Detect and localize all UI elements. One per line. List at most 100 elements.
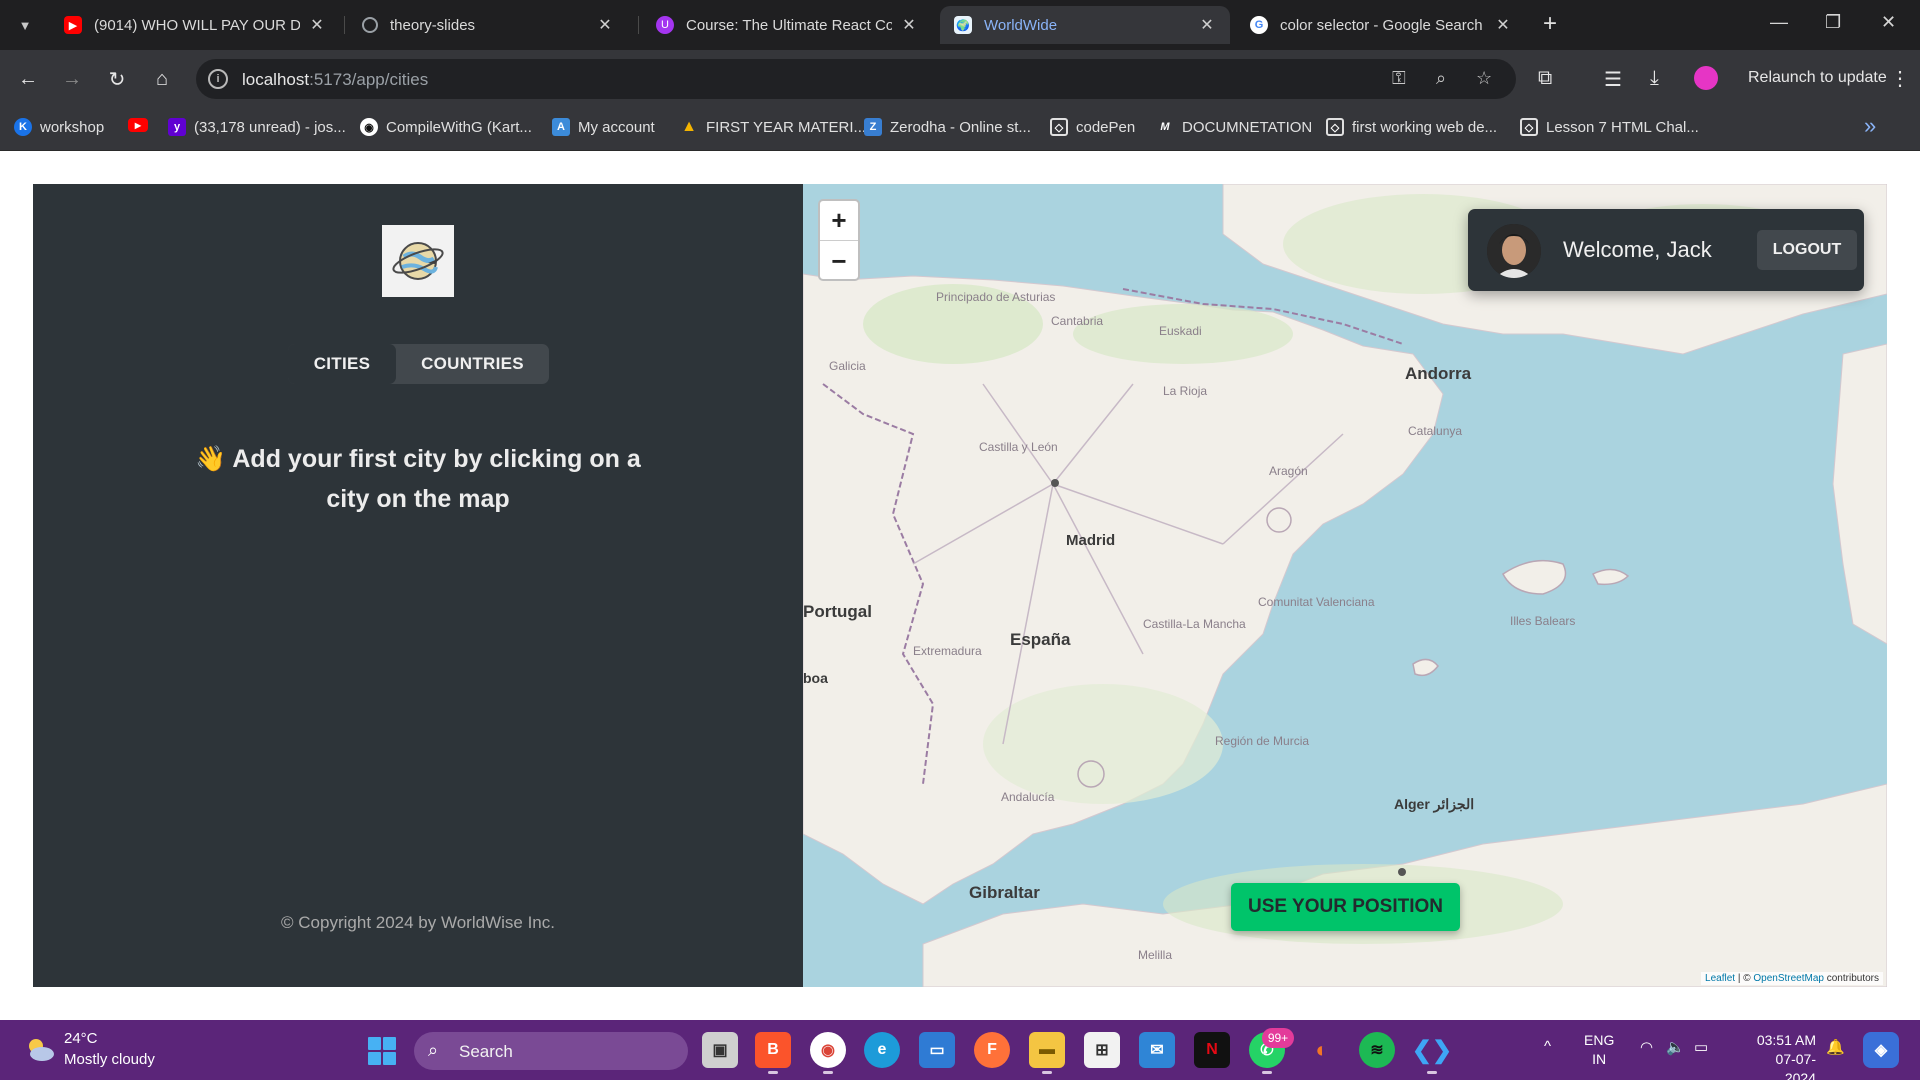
tab-cities[interactable]: CITIES — [288, 344, 396, 384]
netflix-icon[interactable]: N — [1194, 1032, 1230, 1068]
attribution-suffix: contributors — [1823, 973, 1879, 984]
bookmark-lesson-7[interactable]: ◇ Lesson 7 HTML Chal... — [1520, 118, 1699, 136]
copilot-icon[interactable]: ◈ — [1863, 1032, 1899, 1068]
worldwise-logo[interactable] — [382, 225, 454, 297]
volume-icon[interactable]: 🔈 — [1666, 1038, 1685, 1056]
back-arrow-icon[interactable]: ← — [14, 65, 42, 93]
site-info-icon[interactable]: i — [208, 69, 228, 89]
logout-button[interactable]: LOGOUT — [1757, 230, 1857, 270]
battery-icon[interactable]: ▭ — [1694, 1038, 1708, 1056]
ibiza-island — [1412, 658, 1439, 677]
bookmarks-bar: K workshop ▶ y (33,178 unread) - jos... … — [0, 108, 1920, 151]
map-label-lisboa: boa — [803, 670, 828, 686]
bookmark-first-year[interactable]: ▲ FIRST YEAR MATERI... — [680, 118, 866, 136]
map-label-cantabria: Cantabria — [1051, 314, 1104, 328]
chrome-icon[interactable]: ◉ — [810, 1032, 846, 1074]
map-label-gibraltar: Gibraltar — [969, 883, 1040, 902]
cloudy-weather-icon[interactable] — [24, 1034, 56, 1066]
close-icon[interactable]: ✕ — [900, 15, 918, 35]
jupyter-icon[interactable]: ◐ — [1304, 1032, 1340, 1068]
tab-countries[interactable]: COUNTRIES — [396, 344, 549, 384]
leaflet-link[interactable]: Leaflet — [1705, 973, 1735, 984]
more-menu-icon[interactable]: ⋮ — [1890, 66, 1910, 91]
bookmark-yahoo-mail[interactable]: y (33,178 unread) - jos... — [168, 118, 346, 136]
vscode-icon[interactable]: ❮❯ — [1412, 1032, 1452, 1074]
openstreetmap-link[interactable]: OpenStreetMap — [1753, 973, 1824, 984]
url-text[interactable]: localhost:5173/app/cities — [242, 70, 428, 90]
map[interactable]: + − Principado de Asturias Cantabria Eus… — [803, 184, 1887, 987]
download-icon[interactable]: ⤓ — [1650, 67, 1659, 90]
zoom-out-button[interactable]: − — [820, 241, 858, 281]
edge-icon[interactable]: e — [864, 1032, 900, 1068]
restore-icon[interactable]: ❐ — [1825, 12, 1841, 33]
browser-tab-theory-slides[interactable]: theory-slides ✕ — [348, 6, 628, 44]
bookmark-first-working-web[interactable]: ◇ first working web de... — [1326, 118, 1497, 136]
zerodha-icon: Z — [864, 118, 882, 136]
browser-tab-youtube[interactable]: ▶ (9014) WHO WILL PAY OUR DIN ✕ — [50, 6, 340, 44]
map-label-murcia: Región de Murcia — [1215, 734, 1310, 748]
notification-bell-icon[interactable]: 🔔 — [1826, 1038, 1845, 1056]
tab-search-chevron-icon[interactable]: ▼ — [10, 10, 40, 40]
mail-icon[interactable]: ✉ — [1139, 1032, 1175, 1068]
more-bookmarks-chevron-icon[interactable]: » — [1864, 113, 1876, 139]
close-icon[interactable]: ✕ — [308, 15, 326, 35]
new-tab-plus-icon[interactable]: + — [1543, 12, 1557, 36]
bookmark-codepen[interactable]: ◇ codePen — [1050, 118, 1135, 136]
user-photo-icon — [1487, 224, 1541, 278]
input-language[interactable]: ENG IN — [1584, 1031, 1614, 1069]
brave-browser-icon[interactable]: B — [755, 1032, 791, 1074]
profile-avatar[interactable] — [1694, 66, 1718, 90]
microsoft-store-icon[interactable]: ⊞ — [1084, 1032, 1120, 1068]
bookmark-zerodha[interactable]: Z Zerodha - Online st... — [864, 118, 1031, 136]
clock-date: 07-07-2024 — [1775, 1051, 1816, 1080]
bookmark-star-icon[interactable]: ☆ — [1476, 68, 1492, 89]
window-close-icon[interactable]: ✕ — [1881, 12, 1896, 33]
reload-icon[interactable]: ↻ — [103, 65, 131, 93]
map-label-castilla-leon: Castilla y León — [979, 440, 1058, 454]
avatar — [1487, 224, 1541, 278]
tab-title: Course: The Ultimate React Cou — [686, 16, 892, 34]
codepen-icon: ◇ — [1050, 118, 1068, 136]
worldwise-icon: 🌍 — [954, 16, 972, 34]
bookmark-workshop[interactable]: K workshop — [14, 118, 104, 136]
address-bar[interactable]: i localhost:5173/app/cities ⚿ ⌕ ☆ — [196, 59, 1516, 99]
taskbar-search-box[interactable]: ⌕ Search — [414, 1032, 688, 1070]
remote-desktop-icon[interactable]: ▭ — [919, 1032, 955, 1068]
task-view-icon[interactable]: ▣ — [702, 1032, 738, 1068]
close-icon[interactable]: ✕ — [1198, 15, 1216, 35]
file-explorer-icon[interactable]: ▬ — [1029, 1032, 1065, 1074]
browser-tab-worldwide[interactable]: 🌍 WorldWide ✕ — [940, 6, 1230, 44]
k-icon: K — [14, 118, 32, 136]
zoom-in-button[interactable]: + — [820, 201, 858, 241]
bookmark-my-account[interactable]: A My account — [552, 118, 655, 136]
show-hidden-icons-chevron[interactable]: ^ — [1544, 1038, 1551, 1055]
zoom-magnifier-icon[interactable]: ⌕ — [1436, 68, 1446, 89]
bookmark-documentation[interactable]: M DOCUMNETATION — [1156, 118, 1312, 136]
empty-message-text: Add your first city by clicking on a cit… — [232, 445, 641, 513]
map-label-aragon: Aragón — [1269, 464, 1308, 478]
bookmark-compilewithg[interactable]: ◉ CompileWithG (Kart... — [360, 118, 532, 136]
udemy-icon: U — [656, 16, 674, 34]
reading-list-icon[interactable]: ☰ — [1604, 67, 1622, 92]
browser-tab-google[interactable]: G color selector - Google Search ✕ — [1236, 6, 1526, 44]
relaunch-to-update-button[interactable]: Relaunch to update — [1748, 69, 1887, 87]
browser-tab-udemy[interactable]: U Course: The Ultimate React Cou ✕ — [642, 6, 932, 44]
yahoo-mail-icon: y — [168, 118, 186, 136]
windows-start-icon[interactable] — [368, 1037, 396, 1065]
close-icon[interactable]: ✕ — [596, 15, 614, 35]
empty-cities-message: 👋 Add your first city by clicking on a c… — [173, 439, 663, 519]
home-icon[interactable]: ⌂ — [148, 65, 176, 93]
password-key-icon[interactable]: ⚿ — [1392, 68, 1406, 89]
system-clock[interactable]: 03:51 AM 07-07-2024 — [1748, 1031, 1816, 1080]
wifi-icon[interactable]: ◠ — [1640, 1038, 1653, 1056]
bookmark-youtube[interactable]: ▶ — [128, 118, 156, 132]
forward-arrow-icon[interactable]: → — [58, 65, 86, 93]
browser-tab-bar: ▼ ▶ (9014) WHO WILL PAY OUR DIN ✕ theory… — [0, 0, 1920, 50]
spotify-icon[interactable]: ≋ — [1359, 1032, 1395, 1068]
use-your-position-button[interactable]: USE YOUR POSITION — [1231, 883, 1460, 931]
firefox-icon[interactable]: F — [974, 1032, 1010, 1068]
close-icon[interactable]: ✕ — [1494, 15, 1512, 35]
minimize-icon[interactable]: — — [1770, 12, 1788, 33]
zoom-control: + − — [818, 199, 860, 281]
extensions-puzzle-icon[interactable]: ⧉ — [1538, 67, 1552, 90]
